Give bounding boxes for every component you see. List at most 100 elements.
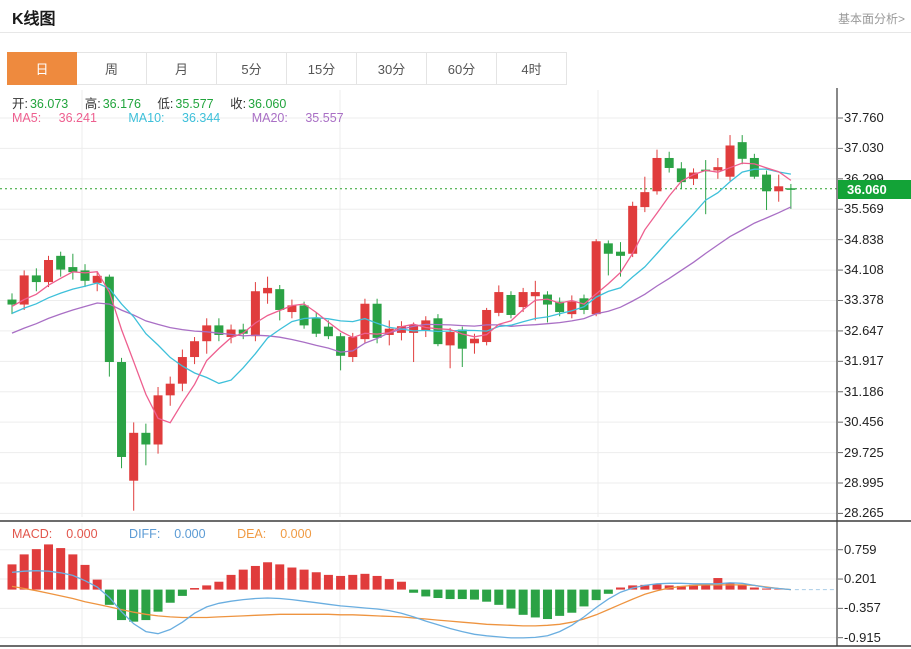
low-value: 35.577 — [175, 97, 214, 111]
macd-bar-positive — [250, 565, 260, 590]
candle-body — [348, 337, 358, 358]
close-label: 收: — [230, 97, 247, 111]
candle-body — [737, 142, 747, 159]
candle-body — [567, 301, 577, 315]
macd-value-text: MACD: 0.000 — [12, 527, 98, 541]
candle-body — [664, 157, 674, 168]
candle-body — [31, 275, 41, 283]
macd-bar-negative — [579, 589, 589, 607]
macd-bar-negative — [457, 589, 467, 600]
price-tick-label: 34.108 — [844, 262, 884, 278]
candle-body — [323, 326, 333, 337]
ma10-legend: MA10: 36.344 — [128, 111, 221, 125]
macd-bar-negative — [469, 589, 479, 600]
macd-bar-negative — [165, 589, 175, 603]
candle-body — [372, 303, 382, 338]
macd-bar-negative — [506, 589, 516, 609]
macd-bar-negative — [433, 589, 443, 599]
macd-bar-positive — [238, 569, 248, 590]
macd-bar-positive — [214, 581, 224, 590]
high-label: 高: — [84, 97, 101, 111]
macd-bar-positive — [56, 548, 66, 590]
candle-body — [786, 188, 796, 190]
candle-body — [275, 289, 285, 310]
macd-bar-negative — [530, 589, 540, 618]
current-price-badge: 36.060 — [838, 180, 911, 199]
price-tick-label: 29.725 — [844, 444, 884, 460]
macd-bar-positive — [360, 573, 370, 590]
candle-body — [445, 332, 455, 346]
ma5-line — [11, 162, 792, 424]
candle-body — [591, 241, 601, 315]
macd-bar-negative — [153, 589, 163, 612]
macd-tick-label: -0.915 — [844, 629, 881, 645]
price-tick-label: 32.647 — [844, 322, 884, 338]
ma20-legend: MA20: 35.557 — [251, 111, 344, 125]
macd-bar-positive — [323, 574, 333, 590]
macd-bar-positive — [92, 579, 102, 590]
candle-body — [749, 157, 759, 177]
macd-bar-positive — [202, 585, 212, 590]
candle-body — [250, 291, 260, 337]
macd-bar-positive — [287, 567, 297, 590]
price-tick-label: 31.917 — [844, 353, 884, 369]
candle-body — [311, 318, 321, 334]
macd-bar-positive — [226, 574, 236, 590]
macd-bar-negative — [555, 589, 565, 616]
open-value: 36.073 — [29, 97, 69, 111]
close-value: 36.060 — [248, 97, 287, 111]
macd-bar-positive — [749, 587, 759, 590]
candle-body — [117, 362, 127, 457]
candle-body — [640, 192, 650, 208]
macd-bar-negative — [603, 589, 613, 594]
price-tick-label: 30.456 — [844, 414, 884, 430]
candle-body — [713, 167, 723, 171]
candle-body — [56, 255, 66, 270]
macd-bar-positive — [80, 564, 90, 590]
candle-body — [44, 260, 54, 283]
macd-bar-negative — [445, 589, 455, 600]
macd-bar-positive — [348, 574, 358, 590]
candle-body — [129, 432, 139, 481]
macd-bar-negative — [494, 589, 504, 605]
macd-bar-negative — [567, 589, 577, 613]
open-label: 开: — [12, 97, 28, 111]
macd-bar-positive — [275, 564, 285, 590]
macd-bar-positive — [616, 587, 625, 590]
candle-body — [299, 305, 309, 326]
macd-bar-negative — [542, 589, 552, 620]
macd-bar-positive — [372, 575, 382, 590]
candle-body — [506, 294, 516, 315]
candle-body — [263, 287, 273, 294]
macd-bar-positive — [384, 579, 394, 590]
diff-line — [11, 570, 791, 639]
candle-body — [7, 299, 17, 305]
macd-bar-negative — [482, 589, 492, 602]
macd-bar-positive — [299, 569, 309, 590]
macd-bar-negative — [421, 589, 431, 597]
price-tick-label: 33.378 — [844, 292, 884, 308]
price-tick-label: 37.760 — [844, 110, 884, 125]
macd-bar-negative — [141, 589, 151, 621]
candle-body — [603, 243, 613, 254]
macd-bar-negative — [518, 589, 528, 615]
macd-tick-label: -0.357 — [844, 600, 881, 616]
price-tick-label: 28.265 — [844, 505, 884, 521]
macd-bar-positive — [263, 562, 273, 590]
candle-body — [177, 357, 187, 384]
macd-bar-negative — [129, 589, 139, 622]
macd-bar-positive — [44, 544, 54, 590]
candle-body — [202, 325, 212, 342]
macd-bar-positive — [190, 588, 200, 590]
ohlc-row: 开: 36.073 高: 36.176 低: 35.577 收: 36.060 — [12, 93, 299, 112]
candle-body — [482, 309, 492, 343]
price-tick-label: 34.838 — [844, 231, 884, 247]
candle-body — [494, 292, 504, 313]
macd-bar-positive — [31, 549, 41, 590]
high-value: 36.176 — [102, 97, 141, 111]
macd-bar-negative — [177, 589, 187, 596]
low-label: 低: — [157, 97, 174, 111]
macd-bar-positive — [737, 585, 747, 590]
candle-body — [141, 432, 151, 445]
candle-body — [774, 186, 784, 192]
